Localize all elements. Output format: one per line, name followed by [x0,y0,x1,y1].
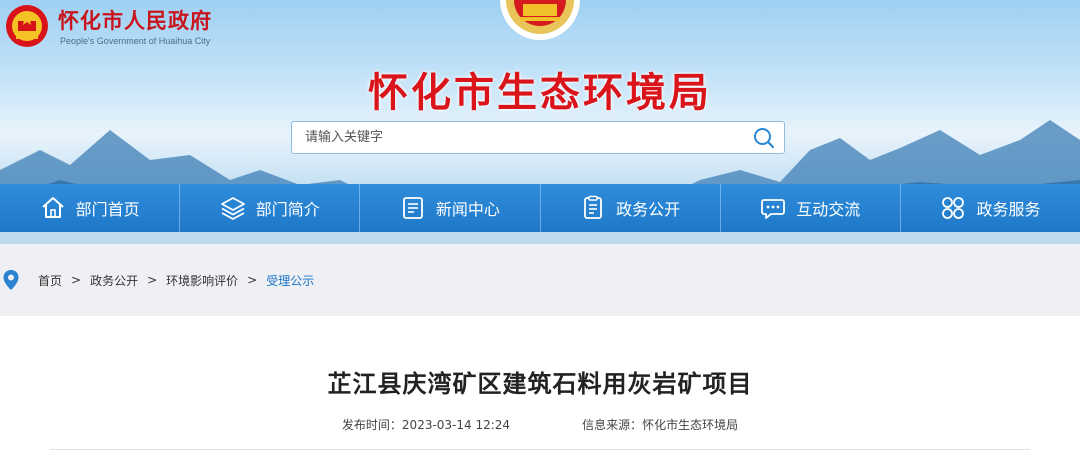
gov-name[interactable]: 怀化市人民政府 [58,5,212,35]
list-icon [584,195,602,219]
nav-label: 部门简介 [255,200,320,219]
search-box [291,121,785,154]
publish-time-label: 发布时间： [341,418,402,432]
source-value: 怀化市生态环境局 [642,418,739,432]
nav-item-home[interactable]: 部门首页 [0,184,181,232]
nav-item-news[interactable]: 新闻中心 [360,184,541,232]
nav-item-interaction[interactable]: 互动交流 [721,184,901,232]
nav-label: 政务服务 [976,200,1041,219]
nav-item-services[interactable]: 政务服务 [901,184,1080,232]
location-pin-icon [3,270,19,290]
nav-label: 政务公开 [616,200,681,219]
nav-label: 新闻中心 [435,200,500,219]
breadcrumb-separator: > [147,273,158,287]
nav-label: 互动交流 [796,200,861,219]
article-title: 芷江县庆湾矿区建筑石料用灰岩矿项目 [327,370,753,398]
grid-icon [942,197,965,219]
search-icon[interactable] [752,126,776,150]
breadcrumb-separator: > [71,273,82,287]
nav-item-affairs[interactable]: 政务公开 [541,184,721,232]
home-icon [41,197,64,218]
article-panel: 芷江县庆湾矿区建筑石料用灰岩矿项目 发布时间：2023-03-14 12:24 信… [0,316,1080,456]
publish-time: 2023-03-14 12:24 [401,418,511,432]
site-title: 怀化市生态环境局 [368,70,712,116]
main-nav: 部门首页 部门简介 新闻中心 政务公开 互动交流 政务服务 [0,184,1080,232]
gov-name-english: People's Government of Huaihua City [60,36,211,46]
breadcrumb-affairs[interactable]: 政务公开 [90,272,138,289]
breadcrumb-home[interactable]: 首页 [38,272,62,289]
chat-icon [761,199,786,219]
national-emblem-icon [6,5,48,47]
breadcrumb-current[interactable]: 受理公示 [266,272,314,289]
breadcrumb-separator: > [247,273,258,287]
document-icon [403,197,423,219]
layers-icon [220,197,245,220]
center-emblem-icon [500,0,580,40]
breadcrumb-eia[interactable]: 环境影响评价 [166,272,238,289]
source-label: 信息来源： [582,418,643,432]
search-input[interactable] [292,122,732,153]
nav-item-intro[interactable]: 部门简介 [180,184,361,232]
divider [50,449,1030,450]
nav-label: 部门首页 [75,200,140,219]
breadcrumb: 首页 > 政务公开 > 环境影响评价 > 受理公示 [0,264,314,296]
site-banner: 怀化市人民政府 People's Government of Huaihua C… [0,0,1080,244]
article-meta: 发布时间：2023-03-14 12:24 信息来源：怀化市生态环境局 [0,416,1080,433]
